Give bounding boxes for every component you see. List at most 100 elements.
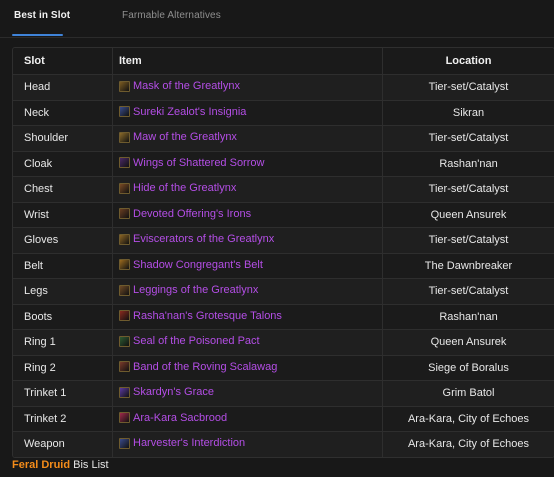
cloak-icon xyxy=(119,157,130,168)
slot-cell: Wrist xyxy=(13,202,113,228)
item-name: Mask of the Greatlynx xyxy=(133,80,240,92)
chest-icon xyxy=(119,182,130,194)
table-row: Cloak Wings of Shattered Sorrow Rashan'nan xyxy=(13,151,554,177)
table-row: Head Mask of the Greatlynx Tier-set/Cataly… xyxy=(13,74,554,101)
location-cell: Tier-set/Catalyst xyxy=(382,74,554,101)
item-cell: Rasha'nan's Grotesque Talons xyxy=(112,304,383,330)
item-cell: Sureki Zealot's Insignia xyxy=(112,100,383,126)
item-link[interactable]: Hide of the Greatlynx xyxy=(119,182,236,194)
item-name: Skardyn's Grace xyxy=(133,386,214,398)
item-link[interactable]: Maw of the Greatlynx xyxy=(119,131,237,143)
trinket-icon xyxy=(119,412,130,423)
item-name: Harvester's Interdiction xyxy=(133,437,246,449)
slot-cell: Shoulder xyxy=(13,125,113,152)
item-name: Seal of the Poisoned Pact xyxy=(133,335,260,347)
table-row: Legs Leggings of the Greatlynx Tier-set/Ca… xyxy=(13,278,554,305)
header-location: Location xyxy=(382,48,554,75)
table-row: Ring 1 Seal of the Poisoned Pact Queen Ans… xyxy=(13,329,554,356)
item-cell: Harvester's Interdiction xyxy=(112,431,383,457)
table-row: Ring 2 Band of the Roving Scalawag Siege o… xyxy=(13,355,554,381)
item-cell: Leggings of the Greatlynx xyxy=(112,278,383,305)
location-cell: Tier-set/Catalyst xyxy=(382,278,554,305)
item-link[interactable]: Rasha'nan's Grotesque Talons xyxy=(119,310,282,322)
item-link[interactable]: Eviscerators of the Greatlynx xyxy=(119,233,274,245)
table-row: Shoulder Maw of the Greatlynx Tier-set/Cat… xyxy=(13,125,554,152)
item-link[interactable]: Mask of the Greatlynx xyxy=(119,80,240,92)
item-name: Shadow Congregant's Belt xyxy=(133,258,263,271)
item-link[interactable]: Wings of Shattered Sorrow xyxy=(119,157,264,169)
table-row: Wrist Devoted Offering's Irons Queen Ansur… xyxy=(13,202,554,228)
bis-table: Slot Item Location Head Mask of the Great… xyxy=(13,48,554,457)
slot-cell: Neck xyxy=(13,100,113,126)
item-cell: Mask of the Greatlynx xyxy=(112,74,383,101)
item-name: Ara-Kara Sacbrood xyxy=(133,411,228,424)
item-link[interactable]: Skardyn's Grace xyxy=(119,386,214,398)
class-name-label: Feral Druid xyxy=(12,459,71,471)
location-cell: Ara-Kara, City of Echoes xyxy=(382,431,554,457)
item-cell: Ara-Kara Sacbrood xyxy=(112,406,383,432)
amulet-icon xyxy=(119,106,130,117)
slot-cell: Head xyxy=(13,74,113,101)
item-cell: Shadow Congregant's Belt xyxy=(112,253,383,279)
item-name: Maw of the Greatlynx xyxy=(133,131,237,143)
belt-icon xyxy=(119,259,130,270)
slot-cell: Ring 1 xyxy=(13,329,113,356)
ring-icon xyxy=(119,335,130,347)
item-cell: Band of the Roving Scalawag xyxy=(112,355,383,381)
item-cell: Wings of Shattered Sorrow xyxy=(112,151,383,177)
item-link[interactable]: Seal of the Poisoned Pact xyxy=(119,335,260,347)
tab-bar: Best in Slot Farmable Alternatives xyxy=(0,0,554,38)
tab-best-in-slot[interactable]: Best in Slot xyxy=(14,10,70,21)
table-row: Boots Rasha'nan's Grotesque Talons Rashan'… xyxy=(13,304,554,330)
item-link[interactable]: Shadow Congregant's Belt xyxy=(119,259,263,271)
item-link[interactable]: Leggings of the Greatlynx xyxy=(119,284,258,296)
item-link[interactable]: Ara-Kara Sacbrood xyxy=(119,412,227,424)
slot-cell: Cloak xyxy=(13,151,113,177)
tab-farmable-alternatives[interactable]: Farmable Alternatives xyxy=(122,10,221,21)
item-name: Wings of Shattered Sorrow xyxy=(133,156,265,169)
table-row: Trinket 2 Ara-Kara Sacbrood Ara-Kara, City… xyxy=(13,406,554,432)
table-row: Chest Hide of the Greatlynx Tier-set/Catal… xyxy=(13,176,554,203)
location-cell: Ara-Kara, City of Echoes xyxy=(382,406,554,432)
table-row: Gloves Eviscerators of the Greatlynx Tier-… xyxy=(13,227,554,254)
slot-cell: Trinket 2 xyxy=(13,406,113,432)
item-cell: Devoted Offering's Irons xyxy=(112,202,383,228)
location-cell: Tier-set/Catalyst xyxy=(382,125,554,152)
slot-cell: Legs xyxy=(13,278,113,305)
item-name: Eviscerators of the Greatlynx xyxy=(133,233,275,245)
item-link[interactable]: Devoted Offering's Irons xyxy=(119,208,251,220)
table-row: Neck Sureki Zealot's Insignia Sikran xyxy=(13,100,554,126)
table-body: Head Mask of the Greatlynx Tier-set/Cataly… xyxy=(13,74,554,457)
bracer-icon xyxy=(119,208,130,219)
header-item: Item xyxy=(112,48,383,75)
location-cell: Tier-set/Catalyst xyxy=(382,176,554,203)
item-name: Sureki Zealot's Insignia xyxy=(133,105,247,118)
location-cell: Siege of Boralus xyxy=(382,355,554,381)
location-cell: Queen Ansurek xyxy=(382,202,554,228)
active-tab-indicator xyxy=(12,34,63,36)
helm-icon xyxy=(119,80,130,92)
slot-cell: Boots xyxy=(13,304,113,330)
item-cell: Skardyn's Grace xyxy=(112,380,383,407)
item-cell: Hide of the Greatlynx xyxy=(112,176,383,203)
item-link[interactable]: Harvester's Interdiction xyxy=(119,437,245,449)
ring-icon xyxy=(119,361,130,372)
item-link[interactable]: Band of the Roving Scalawag xyxy=(119,361,277,373)
item-name: Band of the Roving Scalawag xyxy=(133,360,278,373)
item-cell: Eviscerators of the Greatlynx xyxy=(112,227,383,254)
slot-cell: Ring 2 xyxy=(13,355,113,381)
table-row: Weapon Harvester's Interdiction Ara-Kara, … xyxy=(13,431,554,457)
table-row: Belt Shadow Congregant's Belt The Dawnbrea… xyxy=(13,253,554,279)
header-slot: Slot xyxy=(13,48,113,75)
item-cell: Maw of the Greatlynx xyxy=(112,125,383,152)
slot-cell: Belt xyxy=(13,253,113,279)
item-name: Devoted Offering's Irons xyxy=(133,207,252,220)
trinket-icon xyxy=(119,386,130,398)
item-name: Leggings of the Greatlynx xyxy=(133,284,259,296)
location-cell: The Dawnbreaker xyxy=(382,253,554,279)
item-link[interactable]: Sureki Zealot's Insignia xyxy=(119,106,246,118)
item-cell: Seal of the Poisoned Pact xyxy=(112,329,383,356)
location-cell: Rashan'nan xyxy=(382,151,554,177)
gloves-icon xyxy=(119,233,130,245)
shoulder-icon xyxy=(119,131,130,143)
